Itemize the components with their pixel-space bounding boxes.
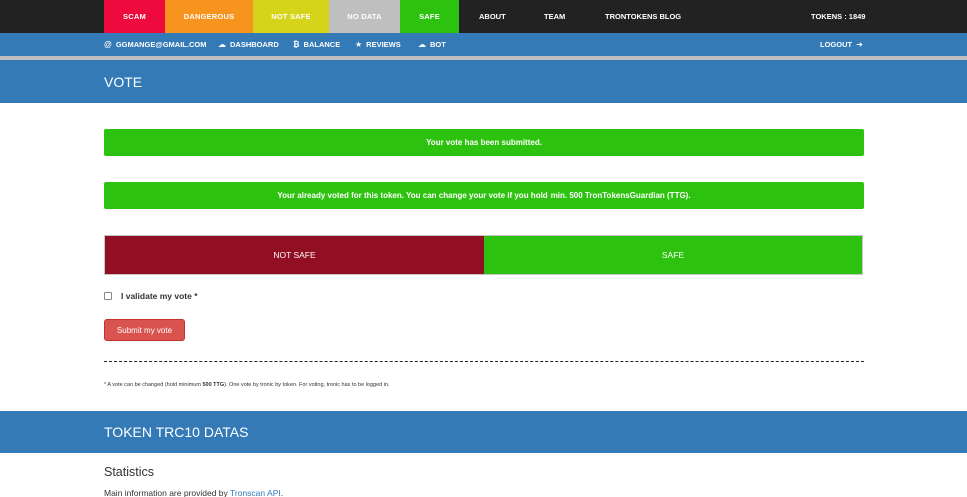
star-icon: ★ [355,40,363,49]
tronscan-api-link[interactable]: Tronscan API [230,488,281,497]
footnote-suffix: ). One vote by tronic by token. For voti… [224,382,390,388]
nav-dashboard[interactable]: ☁ DASHBOARD [218,33,279,56]
validate-checkbox[interactable] [104,292,112,300]
vote-safe-button[interactable]: SAFE [484,236,862,274]
validate-label: I validate my vote * [121,291,198,301]
stats-text-suffix: . [280,488,284,497]
nav-dashboard-label: DASHBOARD [230,40,279,49]
nav-logout[interactable]: LOGOUT ➜ [820,33,863,56]
dashed-divider [104,361,864,362]
vote-section-header: VOTE [0,60,967,103]
nav-bot[interactable]: ☁ BOT [418,33,446,56]
alert-already-voted: Your already voted for this token. You c… [104,182,864,209]
at-icon: @ [104,40,112,49]
trc10-section-header: TOKEN TRC10 DATAS [0,411,967,453]
logout-icon: ➜ [856,40,863,49]
alert-already-voted-bold: min. 500 TronTokensGuardian (TTG). [550,191,691,200]
nav-reviews[interactable]: ★ REVIEWS [355,33,401,56]
submit-vote-button[interactable]: Submit my vote [104,319,185,341]
tokens-count: TOKENS : 1849 [811,12,866,21]
top-navbar: SCAM DANGEROUS NOT SAFE NO DATA SAFE ABO… [0,0,967,33]
nav-email-label: GGMANGE@GMAIL.COM [115,40,207,49]
statistics-description: Main information are provided by Tronsca… [104,488,283,497]
nav-safe[interactable]: SAFE [400,0,459,33]
vote-title: VOTE [104,74,143,90]
statistics-heading: Statistics [104,465,155,479]
nav-logout-label: LOGOUT [820,40,853,49]
dashboard-icon: ☁ [218,40,226,49]
user-navbar: @ GGMANGE@GMAIL.COM ☁ DASHBOARD ₿ BALANC… [0,33,967,56]
stats-text-prefix: Main information are provided by [104,488,228,497]
nav-scam[interactable]: SCAM [104,0,165,33]
nav-not-safe[interactable]: NOT SAFE [253,0,329,33]
vote-footnote: * A vote can be changed (hold minimum 50… [104,382,390,388]
bitcoin-icon: ₿ [293,40,300,49]
vote-not-safe-button[interactable]: NOT SAFE [105,236,484,274]
nav-blog[interactable]: TRONTOKENS BLOG [605,0,681,33]
nav-bot-label: BOT [430,40,446,49]
nav-about[interactable]: ABOUT [479,0,506,33]
nav-dangerous[interactable]: DANGEROUS [165,0,253,33]
alert-vote-submitted-text: Your vote has been submitted. [426,138,542,147]
footnote-prefix: * A vote can be changed (hold minimum [104,382,201,388]
vote-choice-row: NOT SAFE SAFE [104,235,863,275]
alert-already-voted-text: Your already voted for this token. You c… [277,191,548,200]
bot-icon: ☁ [418,40,426,49]
trc10-title: TOKEN TRC10 DATAS [104,424,249,440]
validate-vote-row: I validate my vote * [104,291,198,301]
nav-no-data[interactable]: NO DATA [329,0,400,33]
footnote-bold: 500 TTG [202,382,225,388]
nav-balance-label: BALANCE [303,40,341,49]
nav-team[interactable]: TEAM [544,0,565,33]
nav-balance[interactable]: ₿ BALANCE [293,33,340,56]
nav-email[interactable]: @ GGMANGE@GMAIL.COM [104,33,206,56]
nav-reviews-label: REVIEWS [366,40,401,49]
alert-vote-submitted: Your vote has been submitted. [104,129,864,156]
